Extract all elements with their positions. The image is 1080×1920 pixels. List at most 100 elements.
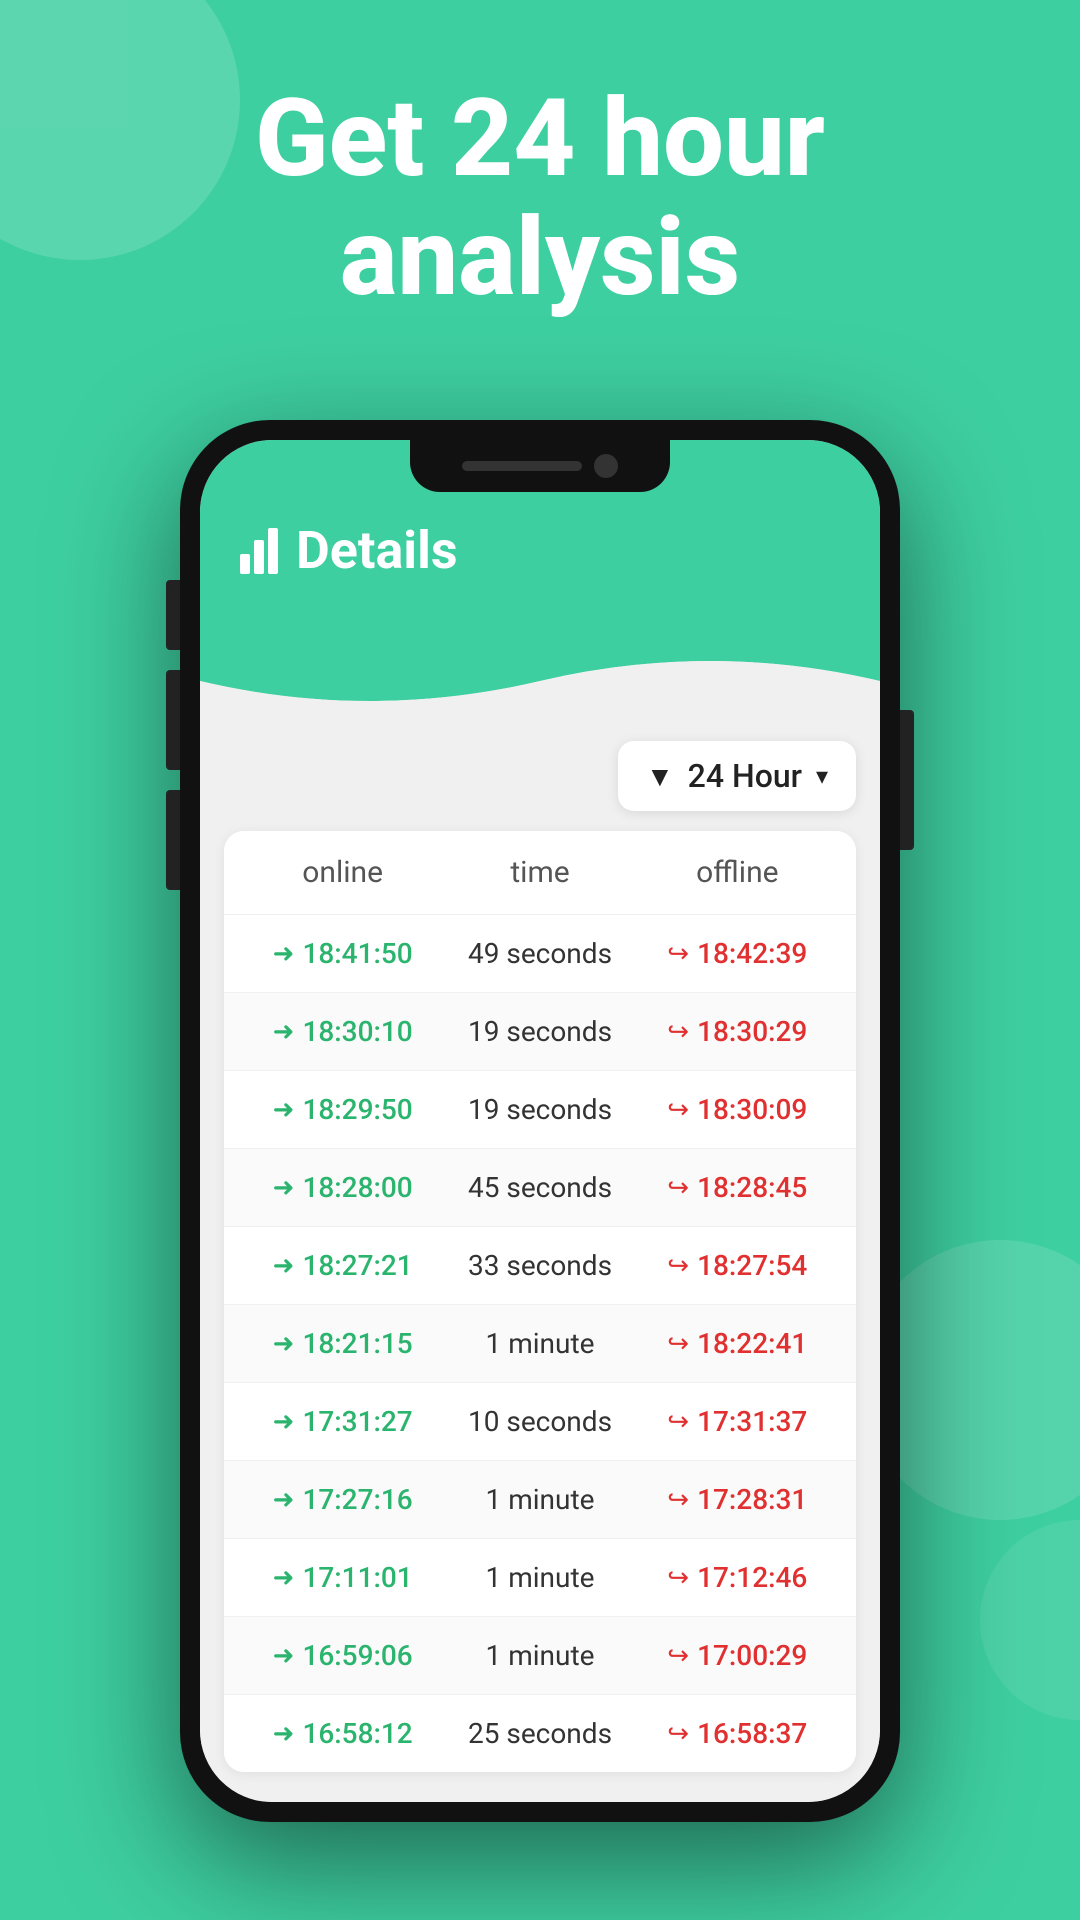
data-table: online time offline ➜ 18:41:50 49 second…: [224, 831, 856, 1772]
online-time-9: 16:59:06: [302, 1639, 412, 1672]
offline-time-6: 17:31:37: [697, 1405, 807, 1438]
table-row: ➜ 17:27:16 1 minute ↪ 17:28:31: [224, 1460, 856, 1538]
screen-content: ▼ 24 Hour ▾ online time offline: [200, 721, 880, 1802]
table-row: ➜ 16:59:06 1 minute ↪ 17:00:29: [224, 1616, 856, 1694]
table-rows-container: ➜ 18:41:50 49 seconds ↪ 18:42:39 ➜ 18:30…: [224, 914, 856, 1772]
online-time-1: 18:30:10: [302, 1015, 412, 1048]
login-icon: ➜: [273, 1407, 295, 1437]
offline-time-2: 18:30:09: [697, 1093, 807, 1126]
cell-online-1: ➜ 18:30:10: [244, 1015, 441, 1048]
cell-offline-5: ↪ 18:22:41: [639, 1327, 836, 1360]
login-icon: ➜: [273, 1173, 295, 1203]
cell-time-10: 25 seconds: [441, 1717, 638, 1750]
hero-section: Get 24 hour analysis: [0, 80, 1080, 318]
wave-separator: [200, 641, 880, 721]
cell-time-5: 1 minute: [441, 1327, 638, 1360]
cell-online-3: ➜ 18:28:00: [244, 1171, 441, 1204]
table-row: ➜ 18:21:15 1 minute ↪ 18:22:41: [224, 1304, 856, 1382]
cell-online-6: ➜ 17:31:27: [244, 1405, 441, 1438]
logout-icon: ↪: [667, 1095, 689, 1125]
cell-time-6: 10 seconds: [441, 1405, 638, 1438]
table-row: ➜ 18:29:50 19 seconds ↪ 18:30:09: [224, 1070, 856, 1148]
cell-time-2: 19 seconds: [441, 1093, 638, 1126]
phone-mockup: Details ▼ 24 Hour ▾: [180, 420, 900, 1822]
logout-icon: ↪: [667, 1641, 689, 1671]
filter-row: ▼ 24 Hour ▾: [224, 741, 856, 811]
offline-time-5: 18:22:41: [697, 1327, 807, 1360]
cell-time-0: 49 seconds: [441, 937, 638, 970]
phone-button-power: [900, 710, 914, 850]
cell-offline-10: ↪ 16:58:37: [639, 1717, 836, 1750]
table-row: ➜ 18:27:21 33 seconds ↪ 18:27:54: [224, 1226, 856, 1304]
filter-dropdown[interactable]: ▼ 24 Hour ▾: [618, 741, 856, 811]
online-time-6: 17:31:27: [302, 1405, 412, 1438]
cell-time-7: 1 minute: [441, 1483, 638, 1516]
online-time-7: 17:27:16: [302, 1483, 412, 1516]
logout-icon: ↪: [667, 1017, 689, 1047]
offline-time-3: 18:28:45: [697, 1171, 807, 1204]
cell-offline-1: ↪ 18:30:29: [639, 1015, 836, 1048]
phone-outer-frame: Details ▼ 24 Hour ▾: [180, 420, 900, 1822]
login-icon: ➜: [273, 939, 295, 969]
online-time-10: 16:58:12: [302, 1717, 412, 1750]
phone-button-mute: [166, 580, 180, 650]
bar2: [254, 540, 264, 574]
cell-online-7: ➜ 17:27:16: [244, 1483, 441, 1516]
login-icon: ➜: [273, 1329, 295, 1359]
screen-title: Details: [296, 520, 458, 581]
offline-time-8: 17:12:46: [697, 1561, 807, 1594]
cell-time-3: 45 seconds: [441, 1171, 638, 1204]
filter-label: 24 Hour: [688, 757, 802, 795]
online-time-8: 17:11:01: [302, 1561, 412, 1594]
login-icon: ➜: [273, 1017, 295, 1047]
cell-online-10: ➜ 16:58:12: [244, 1717, 441, 1750]
logout-icon: ↪: [667, 1719, 689, 1749]
logout-icon: ↪: [667, 1329, 689, 1359]
cell-online-0: ➜ 18:41:50: [244, 937, 441, 970]
login-icon: ➜: [273, 1641, 295, 1671]
cell-time-4: 33 seconds: [441, 1249, 638, 1282]
online-time-5: 18:21:15: [302, 1327, 412, 1360]
cell-offline-7: ↪ 17:28:31: [639, 1483, 836, 1516]
login-icon: ➜: [273, 1485, 295, 1515]
cell-offline-6: ↪ 17:31:37: [639, 1405, 836, 1438]
col-header-online: online: [244, 855, 441, 890]
login-icon: ➜: [273, 1251, 295, 1281]
logout-icon: ↪: [667, 1485, 689, 1515]
notch-bar: [462, 461, 582, 471]
online-time-4: 18:27:21: [302, 1249, 412, 1282]
logout-icon: ↪: [667, 1407, 689, 1437]
table-header: online time offline: [224, 831, 856, 914]
cell-online-4: ➜ 18:27:21: [244, 1249, 441, 1282]
login-icon: ➜: [273, 1719, 295, 1749]
logout-icon: ↪: [667, 1173, 689, 1203]
cell-online-8: ➜ 17:11:01: [244, 1561, 441, 1594]
login-icon: ➜: [273, 1095, 295, 1125]
offline-time-10: 16:58:37: [697, 1717, 807, 1750]
table-row: ➜ 16:58:12 25 seconds ↪ 16:58:37: [224, 1694, 856, 1772]
table-row: ➜ 18:41:50 49 seconds ↪ 18:42:39: [224, 914, 856, 992]
table-row: ➜ 17:31:27 10 seconds ↪ 17:31:37: [224, 1382, 856, 1460]
online-time-0: 18:41:50: [302, 937, 412, 970]
phone-button-volume-up: [166, 670, 180, 770]
table-row: ➜ 17:11:01 1 minute ↪ 17:12:46: [224, 1538, 856, 1616]
table-row: ➜ 18:28:00 45 seconds ↪ 18:28:45: [224, 1148, 856, 1226]
logout-icon: ↪: [667, 939, 689, 969]
cell-offline-9: ↪ 17:00:29: [639, 1639, 836, 1672]
filter-icon: ▼: [646, 760, 674, 793]
hero-title: Get 24 hour analysis: [0, 80, 1080, 318]
bar3: [268, 528, 278, 574]
phone-button-volume-down: [166, 790, 180, 890]
cell-offline-4: ↪ 18:27:54: [639, 1249, 836, 1282]
cell-online-2: ➜ 18:29:50: [244, 1093, 441, 1126]
col-header-offline: offline: [639, 855, 836, 890]
offline-time-4: 18:27:54: [697, 1249, 807, 1282]
offline-time-9: 17:00:29: [697, 1639, 807, 1672]
phone-notch: [410, 440, 670, 492]
offline-time-7: 17:28:31: [697, 1483, 807, 1516]
cell-offline-3: ↪ 18:28:45: [639, 1171, 836, 1204]
cell-online-5: ➜ 18:21:15: [244, 1327, 441, 1360]
notch-camera: [594, 454, 618, 478]
bar1: [240, 554, 250, 574]
logout-icon: ↪: [667, 1251, 689, 1281]
